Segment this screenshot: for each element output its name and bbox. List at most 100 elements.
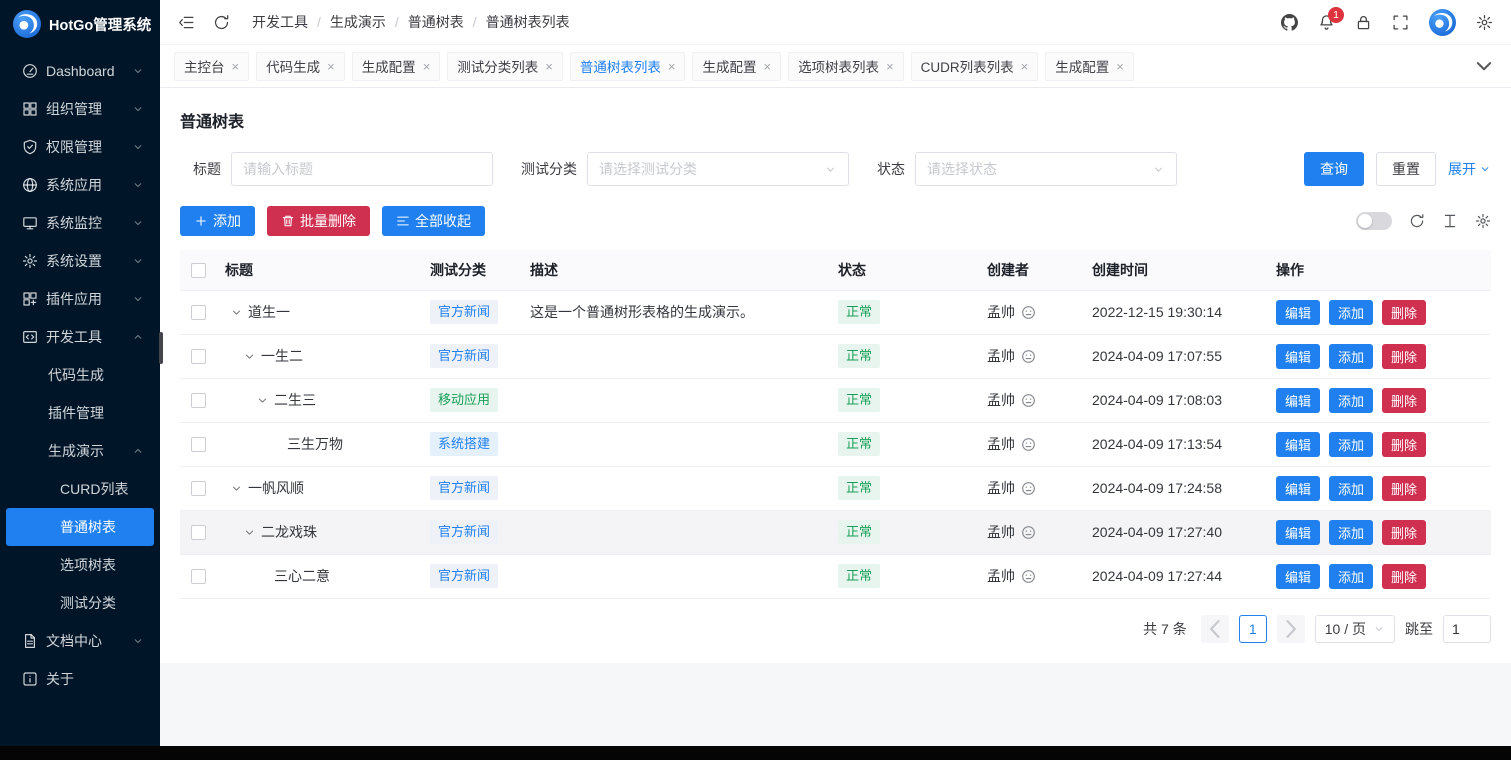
tree-expand-icon[interactable] <box>256 394 269 407</box>
row-height-icon[interactable] <box>1442 213 1458 229</box>
creator-face-icon[interactable] <box>1021 349 1036 364</box>
sidebar-item[interactable]: 选项树表 <box>6 546 154 584</box>
tabs-dropdown-chevron-icon[interactable] <box>1471 53 1497 79</box>
sidebar-item[interactable]: 生成演示 <box>6 432 154 470</box>
edit-button[interactable]: 编辑 <box>1276 388 1320 413</box>
tab-close-icon[interactable]: × <box>545 60 553 73</box>
user-avatar[interactable] <box>1429 9 1456 36</box>
sidebar-item[interactable]: 代码生成 <box>6 356 154 394</box>
tab-close-icon[interactable]: × <box>763 60 771 73</box>
tab[interactable]: 生成配置× <box>692 52 781 81</box>
github-icon[interactable] <box>1281 14 1298 31</box>
tab-close-icon[interactable]: × <box>1116 60 1124 73</box>
creator-face-icon[interactable] <box>1021 481 1036 496</box>
prev-page-button[interactable] <box>1201 615 1229 643</box>
tab[interactable]: 主控台× <box>174 52 249 81</box>
row-checkbox[interactable] <box>191 481 206 496</box>
sidebar-item[interactable]: 系统应用 <box>6 166 154 204</box>
app-logo[interactable]: HotGo管理系统 <box>0 0 160 48</box>
sidebar-item[interactable]: 测试分类 <box>6 584 154 622</box>
notifications-bell-icon[interactable]: 1 <box>1318 14 1335 31</box>
sidebar-item[interactable]: 组织管理 <box>6 90 154 128</box>
sidebar-collapse-icon[interactable] <box>178 14 195 31</box>
delete-button[interactable]: 删除 <box>1382 432 1426 457</box>
page-size-select[interactable]: 10 / 页 <box>1315 615 1395 643</box>
row-add-button[interactable]: 添加 <box>1329 344 1373 369</box>
sidebar-item[interactable]: 系统监控 <box>6 204 154 242</box>
tab[interactable]: 普通树表列表× <box>570 52 686 81</box>
delete-button[interactable]: 删除 <box>1382 564 1426 589</box>
jump-page-input[interactable] <box>1443 615 1491 643</box>
tab-close-icon[interactable]: × <box>423 60 431 73</box>
delete-button[interactable]: 删除 <box>1382 344 1426 369</box>
tab[interactable]: 生成配置× <box>1045 52 1134 81</box>
delete-button[interactable]: 删除 <box>1382 520 1426 545</box>
tab[interactable]: 测试分类列表× <box>447 52 563 81</box>
title-input[interactable] <box>243 161 481 177</box>
fullscreen-icon[interactable] <box>1392 14 1409 31</box>
row-checkbox[interactable] <box>191 569 206 584</box>
sidebar-item[interactable]: 开发工具 <box>6 318 154 356</box>
collapse-all-button[interactable]: 全部收起 <box>382 206 485 236</box>
sidebar-item[interactable]: 文档中心 <box>6 622 154 660</box>
sidebar-item[interactable]: 关于 <box>6 660 154 698</box>
creator-face-icon[interactable] <box>1021 569 1036 584</box>
batch-delete-button[interactable]: 批量删除 <box>267 206 370 236</box>
striped-toggle[interactable] <box>1356 212 1392 230</box>
row-checkbox[interactable] <box>191 525 206 540</box>
tab[interactable]: 选项树表列表× <box>788 52 904 81</box>
sidebar-item[interactable]: 插件应用 <box>6 280 154 318</box>
lock-screen-icon[interactable] <box>1355 14 1372 31</box>
breadcrumb-item[interactable]: 生成演示 <box>330 12 386 32</box>
tree-expand-icon[interactable] <box>243 526 256 539</box>
edit-button[interactable]: 编辑 <box>1276 344 1320 369</box>
sidebar-item[interactable]: Dashboard <box>6 52 154 90</box>
tree-expand-icon[interactable] <box>243 350 256 363</box>
tab-close-icon[interactable]: × <box>886 60 894 73</box>
row-add-button[interactable]: 添加 <box>1329 300 1373 325</box>
creator-face-icon[interactable] <box>1021 305 1036 320</box>
sidebar-item[interactable]: 普通树表 <box>6 508 154 546</box>
edit-button[interactable]: 编辑 <box>1276 300 1320 325</box>
refresh-page-icon[interactable] <box>213 14 230 31</box>
edit-button[interactable]: 编辑 <box>1276 564 1320 589</box>
tab-close-icon[interactable]: × <box>232 60 240 73</box>
status-select[interactable]: 请选择状态 <box>915 152 1177 186</box>
delete-button[interactable]: 删除 <box>1382 388 1426 413</box>
sidebar-item[interactable]: CURD列表 <box>6 470 154 508</box>
row-checkbox[interactable] <box>191 305 206 320</box>
breadcrumb-item[interactable]: 普通树表列表 <box>486 12 570 32</box>
reload-table-icon[interactable] <box>1409 213 1425 229</box>
row-add-button[interactable]: 添加 <box>1329 388 1373 413</box>
creator-face-icon[interactable] <box>1021 393 1036 408</box>
row-checkbox[interactable] <box>191 393 206 408</box>
sidebar-item[interactable]: 插件管理 <box>6 394 154 432</box>
tree-expand-icon[interactable] <box>230 482 243 495</box>
breadcrumb-item[interactable]: 普通树表 <box>408 12 464 32</box>
next-page-button[interactable] <box>1277 615 1305 643</box>
row-checkbox[interactable] <box>191 349 206 364</box>
breadcrumb-item[interactable]: 开发工具 <box>252 12 308 32</box>
search-button[interactable]: 查询 <box>1304 152 1364 186</box>
reset-button[interactable]: 重置 <box>1376 152 1436 186</box>
sidebar-item[interactable]: 系统设置 <box>6 242 154 280</box>
tree-expand-icon[interactable] <box>230 306 243 319</box>
expand-filters-link[interactable]: 展开 <box>1448 159 1491 179</box>
delete-button[interactable]: 删除 <box>1382 300 1426 325</box>
category-select[interactable]: 请选择测试分类 <box>587 152 849 186</box>
creator-face-icon[interactable] <box>1021 437 1036 452</box>
tab-close-icon[interactable]: × <box>327 60 335 73</box>
select-all-checkbox[interactable] <box>191 263 206 278</box>
add-button[interactable]: 添加 <box>180 206 255 236</box>
edit-button[interactable]: 编辑 <box>1276 476 1320 501</box>
scrollbar-thumb[interactable] <box>159 332 163 364</box>
creator-face-icon[interactable] <box>1021 525 1036 540</box>
settings-gear-icon[interactable] <box>1476 14 1493 31</box>
sidebar-item[interactable]: 权限管理 <box>6 128 154 166</box>
row-checkbox[interactable] <box>191 437 206 452</box>
column-settings-gear-icon[interactable] <box>1475 213 1491 229</box>
row-add-button[interactable]: 添加 <box>1329 520 1373 545</box>
current-page-button[interactable]: 1 <box>1239 615 1267 643</box>
tab[interactable]: 代码生成× <box>256 52 345 81</box>
row-add-button[interactable]: 添加 <box>1329 564 1373 589</box>
